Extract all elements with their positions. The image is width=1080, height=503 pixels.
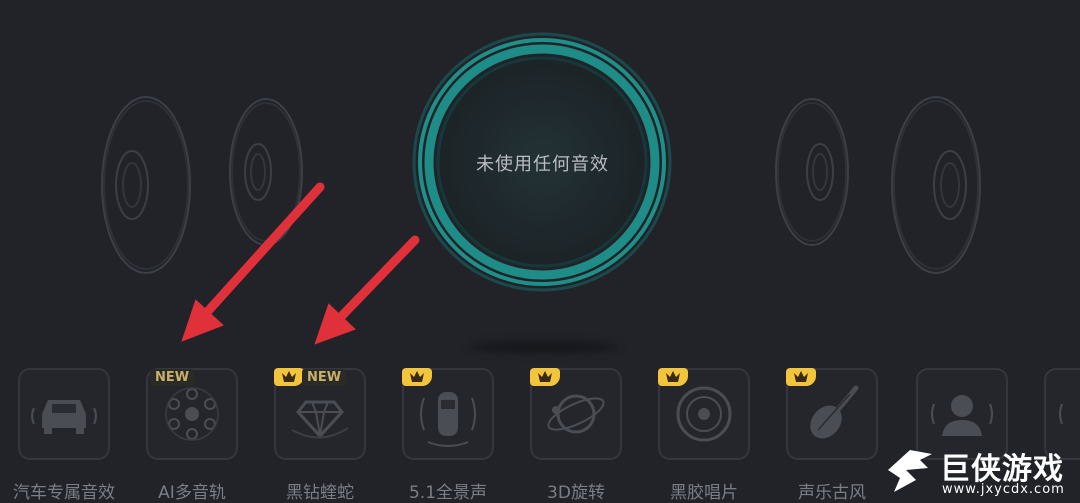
arrow-to-black-diamond <box>314 235 420 345</box>
new-badge: NEW <box>150 369 195 386</box>
crown-icon <box>666 371 680 382</box>
vip-badge <box>274 368 304 386</box>
vip-badge <box>786 368 816 386</box>
arrow-to-ai-multitrack <box>181 182 325 342</box>
sound-effects-screen: 未使用任何音效 NEW NEW 汽车专属音效 AI多音轨 黑钻蝰蛇 5.1全景声… <box>0 0 1080 503</box>
crown-icon <box>794 371 808 382</box>
vip-badge <box>658 368 688 386</box>
effect-label: 5.1全景声 <box>408 483 488 503</box>
car-icon <box>31 400 97 434</box>
effect-label: 黑钻蝰蛇 <box>286 483 354 503</box>
site-watermark: 巨侠游戏 www.jxycdx.com <box>880 440 1080 503</box>
effect-label: 3D旋转 <box>547 483 605 503</box>
vip-badge <box>402 368 432 386</box>
effect-label: 汽车专属音效 <box>13 483 115 503</box>
effect-label: 声乐古风 <box>798 483 866 503</box>
effect-label: 黑胶唱片 <box>670 483 738 503</box>
watermark-url: www.jxycdx.com <box>942 482 1065 497</box>
crown-icon <box>282 371 296 382</box>
vip-badge <box>530 368 560 386</box>
crown-icon <box>538 371 552 382</box>
watermark-logo-icon <box>888 450 932 492</box>
effect-tile-car[interactable] <box>18 368 110 460</box>
effect-label: AI多音轨 <box>158 483 226 503</box>
new-badge: NEW <box>302 369 347 386</box>
crown-icon <box>410 371 424 382</box>
